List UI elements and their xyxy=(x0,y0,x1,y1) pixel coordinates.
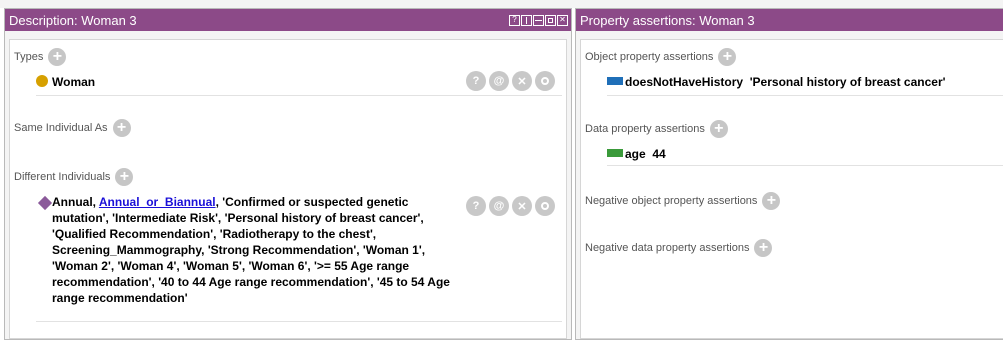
different-individuals-label: Different Individuals xyxy=(14,171,111,183)
annotate-button[interactable]: @ xyxy=(489,71,509,91)
view-controls: ? ✕ xyxy=(509,14,568,26)
description-title-bar: Description: Woman 3 ? ✕ xyxy=(5,9,571,31)
data-property-row[interactable]: age 44 xyxy=(607,147,666,161)
data-property-name: age xyxy=(625,147,646,161)
same-individual-label: Same Individual As xyxy=(14,122,108,134)
add-same-individual-icon[interactable]: + xyxy=(112,119,131,137)
explain-button[interactable]: ? xyxy=(466,71,486,91)
type-value: Woman xyxy=(52,75,96,89)
object-property-value: 'Personal history of breast cancer' xyxy=(749,75,946,89)
same-individual-section: Same Individual As + xyxy=(14,119,131,137)
different-individuals-section: Different Individuals + xyxy=(14,168,134,186)
types-label: Types xyxy=(14,51,44,63)
object-property-icon xyxy=(607,77,623,85)
property-assertions-title-bar: Property assertions: Woman 3 xyxy=(576,9,1003,31)
property-assertions-title: Property assertions: Woman 3 xyxy=(580,12,755,28)
edit-button[interactable] xyxy=(535,71,555,91)
type-row[interactable]: Woman xyxy=(36,75,95,89)
diff-rest: , 'Confirmed or suspected genetic mutati… xyxy=(52,195,450,305)
add-negative-object-icon[interactable]: + xyxy=(762,192,781,210)
explain-button[interactable]: ? xyxy=(466,196,486,216)
maximize-icon[interactable] xyxy=(545,14,556,26)
divider xyxy=(36,95,562,96)
top-strip xyxy=(0,0,1003,8)
negative-object-label: Negative object property assertions xyxy=(585,195,758,207)
delete-button[interactable]: ✕ xyxy=(512,196,532,216)
help-icon[interactable]: ? xyxy=(509,14,520,26)
divider xyxy=(607,95,1003,96)
divider xyxy=(607,165,1003,166)
diff-prefix: Annual, xyxy=(52,195,99,209)
delete-button[interactable]: ✕ xyxy=(512,71,532,91)
property-assertions-panel: Property assertions: Woman 3 Object prop… xyxy=(575,8,1003,340)
annual-or-biannual-link[interactable]: Annual_or_Biannual xyxy=(99,195,216,209)
description-body: Types + Woman ? @ ✕ Same Individual As +… xyxy=(9,39,567,339)
object-property-name: doesNotHaveHistory xyxy=(625,75,744,89)
types-section: Types + xyxy=(14,48,67,66)
type-actions: ? @ ✕ xyxy=(466,71,555,91)
negative-data-label: Negative data property assertions xyxy=(585,242,750,254)
add-data-property-icon[interactable]: + xyxy=(709,120,728,138)
add-different-individual-icon[interactable]: + xyxy=(115,168,134,186)
close-icon[interactable]: ✕ xyxy=(557,14,568,26)
description-title: Description: Woman 3 xyxy=(9,12,137,28)
different-individuals-list[interactable]: Annual, Annual_or_Biannual, 'Confirmed o… xyxy=(52,194,460,306)
data-property-section: Data property assertions + xyxy=(585,120,728,138)
individual-diamond-icon xyxy=(37,195,53,211)
data-property-label: Data property assertions xyxy=(585,123,705,135)
data-property-value: 44 xyxy=(652,147,666,161)
object-property-row[interactable]: doesNotHaveHistory 'Personal history of … xyxy=(607,75,945,89)
class-circle-icon xyxy=(36,75,48,87)
add-negative-data-icon[interactable]: + xyxy=(754,239,773,257)
negative-object-section: Negative object property assertions + xyxy=(585,192,781,210)
edit-button[interactable] xyxy=(535,196,555,216)
property-assertions-body: Object property assertions + doesNotHave… xyxy=(580,39,1003,339)
annotate-button[interactable]: @ xyxy=(489,196,509,216)
add-object-property-icon[interactable]: + xyxy=(718,48,737,66)
horizontal-split-icon[interactable] xyxy=(533,14,544,26)
divider xyxy=(36,321,562,322)
different-individuals-actions: ? @ ✕ xyxy=(466,196,555,216)
add-type-icon[interactable]: + xyxy=(48,48,67,66)
data-property-icon xyxy=(607,149,623,157)
description-panel: Description: Woman 3 ? ✕ Types + Woman ?… xyxy=(4,8,572,340)
vertical-split-icon[interactable] xyxy=(521,14,532,26)
object-property-section: Object property assertions + xyxy=(585,48,737,66)
object-property-label: Object property assertions xyxy=(585,51,714,63)
negative-data-section: Negative data property assertions + xyxy=(585,239,773,257)
